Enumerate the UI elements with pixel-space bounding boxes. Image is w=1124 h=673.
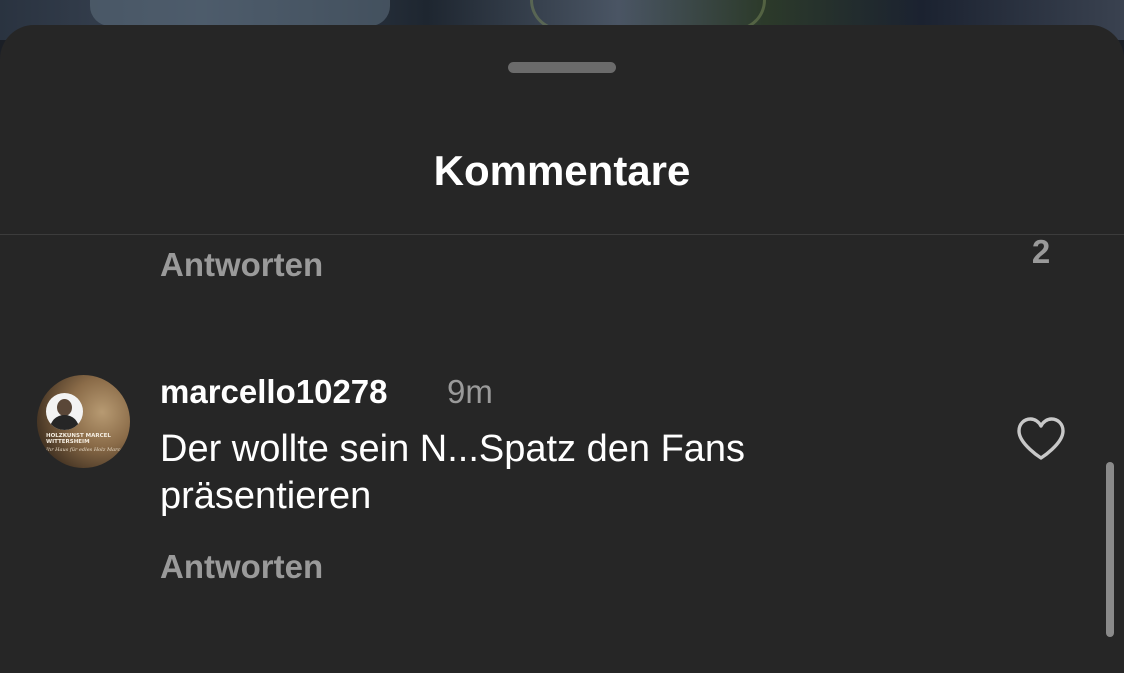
comment-text-line2: präsentieren [160,475,372,517]
profile-photo-shoulders [50,415,79,430]
header-divider [0,234,1124,235]
avatar[interactable]: HOLZKUNST MARCEL WITTERSHEIM Ihr Haus für… [37,375,130,468]
background-shape [90,0,390,26]
avatar-logo-text: HOLZKUNST MARCEL WITTERSHEIM [46,433,126,445]
comment-text: Der wollte sein N...Spatz den Fans präse… [160,426,980,520]
comments-sheet: Kommentare Antworten 2 HOLZKUNST MARCEL W… [0,25,1124,673]
avatar-brand-line2: WITTERSHEIM [46,439,90,445]
comment-text-line1: Der wollte sein N...Spatz den Fans [160,428,746,470]
scrollbar[interactable] [1106,462,1114,637]
comment-timestamp: 9m [447,373,493,410]
like-count: 2 [1031,233,1051,270]
sheet-title: Kommentare [433,147,691,194]
profile-photo-head [57,399,72,416]
comment-username[interactable]: marcello10278 [160,371,388,413]
avatar-brand-line3: Ihr Haus für edles Holz Marcel [46,447,125,453]
heart-outline-icon[interactable] [1015,416,1067,462]
profile-photo [46,393,83,430]
reply-button[interactable]: Antworten [160,547,323,587]
reply-button[interactable]: Antworten [160,245,323,285]
sheet-drag-handle[interactable] [508,62,616,73]
